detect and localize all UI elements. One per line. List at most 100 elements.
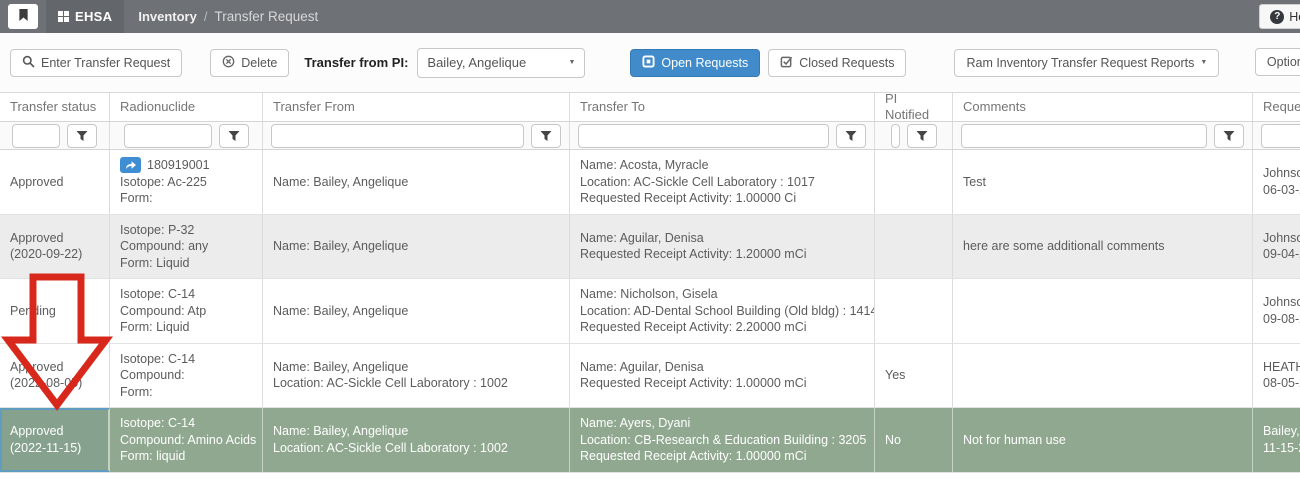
cell-transfer-status[interactable]: Approved: [0, 150, 110, 214]
cell-comments[interactable]: [953, 344, 1253, 408]
badge-number: 180919001: [147, 157, 210, 174]
transfer-request-grid: Transfer status Radionuclide Transfer Fr…: [0, 92, 1300, 473]
cell-requested[interactable]: HEATH08-05-2: [1253, 344, 1300, 408]
cell-line: Johnso: [1263, 294, 1300, 311]
app-brand[interactable]: EHSA: [46, 0, 124, 33]
cell-requested[interactable]: Bailey,11-15-2: [1253, 408, 1300, 472]
enter-transfer-request-button[interactable]: Enter Transfer Request: [10, 49, 182, 77]
cell-transfer-from[interactable]: Name: Bailey, AngeliqueLocation: AC-Sick…: [263, 344, 570, 408]
filter-input-transfer-to[interactable]: [578, 124, 829, 148]
cell-comments[interactable]: [953, 279, 1253, 343]
options-label: Options: [1267, 55, 1300, 69]
table-row[interactable]: Approved180919001Isotope: Ac-225Form:Nam…: [0, 150, 1300, 215]
cell-transfer-from[interactable]: Name: Bailey, AngeliqueLocation: AC-Sick…: [263, 408, 570, 472]
reports-dropdown-button[interactable]: Ram Inventory Transfer Request Reports ▼: [954, 49, 1219, 77]
cell-line: Johnso: [1263, 165, 1300, 182]
delete-label: Delete: [241, 56, 277, 70]
cell-line: Name: Nicholson, Gisela: [580, 286, 864, 303]
cell-comments[interactable]: Test: [953, 150, 1253, 214]
filter-input-pi-notified[interactable]: [891, 124, 900, 148]
grid-rows: Approved180919001Isotope: Ac-225Form:Nam…: [0, 150, 1300, 473]
filter-button-transfer-to[interactable]: [836, 124, 866, 148]
cell-transfer-status[interactable]: Pending: [0, 279, 110, 343]
filter-button-transfer-from[interactable]: [531, 124, 561, 148]
cell-transfer-to[interactable]: Name: Ayers, DyaniLocation: CB-Research …: [570, 408, 875, 472]
bookmark-button[interactable]: [8, 4, 38, 29]
delete-button[interactable]: Delete: [210, 49, 289, 77]
transfer-arrow-badge-icon[interactable]: [120, 157, 141, 173]
cell-radionuclide[interactable]: Isotope: P-32Compound: anyForm: Liquid: [110, 215, 263, 279]
enter-transfer-request-label: Enter Transfer Request: [41, 56, 170, 70]
transfer-from-pi-select[interactable]: Bailey, Angelique ▼: [417, 48, 585, 78]
cell-line: Test: [963, 174, 1242, 191]
filter-input-transfer-from[interactable]: [271, 124, 524, 148]
cell-transfer-to[interactable]: Name: Aguilar, DenisaRequested Receipt A…: [570, 215, 875, 279]
cell-line: No: [885, 432, 942, 449]
cell-line: 06-03-2: [1263, 182, 1300, 199]
filter-input-comments[interactable]: [961, 124, 1207, 148]
cell-line: Form: liquid: [120, 448, 252, 465]
cell-pi-notified[interactable]: Yes: [875, 344, 953, 408]
cell-line: Name: Bailey, Angelique: [273, 174, 559, 191]
grid-filter-row: [0, 122, 1300, 150]
filter-button-transfer-status[interactable]: [67, 124, 97, 148]
cell-requested[interactable]: Johnso09-08-2: [1253, 279, 1300, 343]
cell-pi-notified[interactable]: [875, 279, 953, 343]
filter-button-radionuclide[interactable]: [219, 124, 249, 148]
column-header-transfer-status[interactable]: Transfer status: [0, 93, 110, 121]
cell-line: Isotope: P-32: [120, 222, 252, 239]
column-header-transfer-from[interactable]: Transfer From: [263, 93, 570, 121]
table-row[interactable]: Approved(2022-11-15)Isotope: C-14Compoun…: [0, 408, 1300, 473]
cell-comments[interactable]: here are some additionall comments: [953, 215, 1253, 279]
cell-pi-notified[interactable]: No: [875, 408, 953, 472]
breadcrumb-section[interactable]: Inventory: [138, 9, 197, 24]
filter-input-transfer-status[interactable]: [12, 124, 60, 148]
cell-line: Form:: [120, 190, 252, 207]
cell-requested[interactable]: Johnso06-03-2: [1253, 150, 1300, 214]
filter-input-requested[interactable]: [1261, 124, 1300, 148]
cell-line: Name: Ayers, Dyani: [580, 415, 864, 432]
options-button[interactable]: Options: [1255, 48, 1300, 76]
cell-line: Name: Acosta, Myracle: [580, 157, 864, 174]
table-row[interactable]: PendingIsotope: C-14Compound: AtpForm: L…: [0, 279, 1300, 344]
cell-transfer-from[interactable]: Name: Bailey, Angelique: [263, 150, 570, 214]
table-row[interactable]: Approved(2020-09-22)Isotope: P-32Compoun…: [0, 215, 1300, 280]
cell-line: Location: AC-Sickle Cell Laboratory : 10…: [273, 440, 559, 457]
cell-transfer-status[interactable]: Approved(2022-11-15): [0, 408, 110, 472]
cell-radionuclide[interactable]: 180919001Isotope: Ac-225Form:: [110, 150, 263, 214]
filter-button-pi-notified[interactable]: [907, 124, 937, 148]
cell-pi-notified[interactable]: [875, 215, 953, 279]
help-button[interactable]: ? Help: [1259, 4, 1300, 29]
cell-line: (2020-09-22): [10, 246, 99, 263]
grid-header-row: Transfer status Radionuclide Transfer Fr…: [0, 93, 1300, 122]
cell-pi-notified[interactable]: [875, 150, 953, 214]
cell-line: Name: Aguilar, Denisa: [580, 230, 864, 247]
column-header-transfer-to[interactable]: Transfer To: [570, 93, 875, 121]
cell-transfer-status[interactable]: Approved(2022-08-05): [0, 344, 110, 408]
cell-requested[interactable]: Johnso09-04-2: [1253, 215, 1300, 279]
table-row[interactable]: Approved(2022-08-05)Isotope: C-14Compoun…: [0, 344, 1300, 409]
cell-line: Isotope: Ac-225: [120, 174, 252, 191]
cell-radionuclide[interactable]: Isotope: C-14Compound: Amino AcidsForm: …: [110, 408, 263, 472]
column-header-pi-notified[interactable]: PI Notified: [875, 93, 953, 121]
closed-requests-button[interactable]: Closed Requests: [768, 49, 906, 77]
cell-transfer-from[interactable]: Name: Bailey, Angelique: [263, 215, 570, 279]
cell-transfer-status[interactable]: Approved(2020-09-22): [0, 215, 110, 279]
cell-line: Name: Bailey, Angelique: [273, 359, 559, 376]
column-header-radionuclide[interactable]: Radionuclide: [110, 93, 263, 121]
filter-input-radionuclide[interactable]: [124, 124, 212, 148]
cell-line: Name: Bailey, Angelique: [273, 238, 559, 255]
cell-comments[interactable]: Not for human use: [953, 408, 1253, 472]
cell-transfer-to[interactable]: Name: Aguilar, DenisaRequested Receipt A…: [570, 344, 875, 408]
cell-radionuclide[interactable]: Isotope: C-14Compound: AtpForm: Liquid: [110, 279, 263, 343]
cell-radionuclide[interactable]: Isotope: C-14Compound:Form:: [110, 344, 263, 408]
open-requests-label: Open Requests: [661, 56, 748, 70]
badge-line: 180919001: [120, 157, 252, 174]
cell-transfer-to[interactable]: Name: Nicholson, GiselaLocation: AD-Dent…: [570, 279, 875, 343]
filter-button-comments[interactable]: [1214, 124, 1244, 148]
cell-transfer-to[interactable]: Name: Acosta, MyracleLocation: AC-Sickle…: [570, 150, 875, 214]
column-header-comments[interactable]: Comments: [953, 93, 1253, 121]
cell-transfer-from[interactable]: Name: Bailey, Angelique: [263, 279, 570, 343]
column-header-requested[interactable]: Reques: [1253, 93, 1300, 121]
open-requests-button[interactable]: Open Requests: [630, 49, 760, 77]
